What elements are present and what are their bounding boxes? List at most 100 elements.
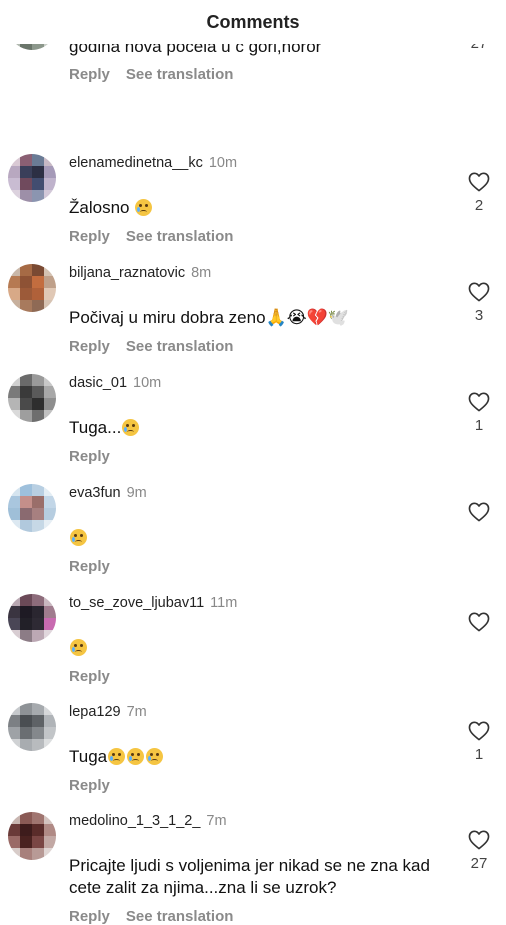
avatar-pixel [44,178,56,190]
avatar-pixel [32,812,44,824]
avatar-pixel [44,386,56,398]
avatar-pixel [8,727,20,739]
avatar-pixel [32,484,44,496]
avatar[interactable] [8,264,56,312]
comment-actions: Reply See translation [69,338,233,355]
avatar[interactable] [8,484,56,532]
avatar-pixel [32,276,44,288]
avatar[interactable] [8,374,56,422]
avatar-pixel [8,630,20,642]
avatar-pixel [32,288,44,300]
avatar-pixel [20,703,32,715]
avatar-pixel [32,715,44,727]
reply-button[interactable]: Reply [69,66,110,83]
avatar-pixel [20,812,32,824]
avatar-pixel [8,300,20,312]
reply-button[interactable]: Reply [69,338,110,355]
avatar-pixel [32,836,44,848]
comment-username[interactable]: biljana_raznatovic [69,265,185,281]
avatar-pixel [32,300,44,312]
avatar-pixel [44,374,56,386]
avatar[interactable] [8,812,56,860]
avatar[interactable] [8,703,56,751]
avatar-pixel [8,386,20,398]
avatar-pixel [20,606,32,618]
avatar-pixel [32,398,44,410]
avatar-pixel [20,618,32,630]
reply-button[interactable]: Reply [69,777,110,794]
see-translation-button[interactable]: See translation [126,228,234,245]
avatar-pixel [44,154,56,166]
like-count: 2 [474,197,484,214]
avatar-pixel [20,520,32,532]
avatar[interactable] [8,154,56,202]
avatar-pixel [20,484,32,496]
avatar-pixel [8,484,20,496]
heart-icon[interactable] [466,719,492,743]
see-translation-button[interactable]: See translation [126,908,234,925]
avatar-pixel [20,630,32,642]
avatar-pixel [44,520,56,532]
comment-username[interactable]: dasic_01 [69,375,127,391]
heart-icon[interactable] [466,610,492,634]
comment-text: Žalosno [69,197,454,219]
comment-username[interactable]: medolino_1_3_1_2_ [69,813,200,829]
comment-meta: dasic_01 10m [69,375,161,391]
avatar-pixel [20,398,32,410]
reply-button[interactable]: Reply [69,448,110,465]
heart-icon[interactable] [466,390,492,414]
heart-icon[interactable] [466,170,492,194]
heart-icon[interactable] [466,828,492,852]
avatar-pixel [44,410,56,422]
avatar-pixel [32,739,44,751]
comment-time: 11m [210,595,238,611]
avatar-pixel [20,508,32,520]
avatar-pixel [32,727,44,739]
avatar-pixel [44,484,56,496]
reply-button[interactable]: Reply [69,668,110,685]
crying-face-emoji [135,199,153,216]
avatar-pixel [8,374,20,386]
comment-username[interactable]: elenamedinetna__kc [69,155,203,171]
comment-text: Tuga [69,746,454,768]
comment-actions: Reply [69,558,110,575]
avatar[interactable] [8,594,56,642]
avatar-pixel [44,630,56,642]
reply-button[interactable]: Reply [69,908,110,925]
avatar-pixel [32,190,44,202]
comments-header: Comments [0,0,506,44]
avatar-pixel [32,496,44,508]
comment-meta: biljana_raznatovic 8m [69,265,211,281]
crying-face-emoji [146,748,164,765]
like-count: 3 [474,307,484,324]
avatar-pixel [32,178,44,190]
avatar-pixel [32,374,44,386]
comment-text: Tuga... [69,417,454,439]
avatar-pixel [44,288,56,300]
avatar-pixel [20,496,32,508]
heart-icon[interactable] [466,500,492,524]
see-translation-button[interactable]: See translation [126,338,234,355]
avatar-pixel [8,154,20,166]
reply-button[interactable]: Reply [69,558,110,575]
avatar-pixel [32,824,44,836]
see-translation-button[interactable]: See translation [126,66,234,83]
comment-meta: medolino_1_3_1_2_ 7m [69,813,227,829]
heart-icon[interactable] [466,280,492,304]
crying-face-emoji [70,529,87,546]
avatar-pixel [20,264,32,276]
reply-button[interactable]: Reply [69,228,110,245]
comment-username[interactable]: eva3fun [69,485,121,501]
comment-meta: eva3fun 9m [69,485,147,501]
avatar-pixel [32,630,44,642]
avatar-pixel [20,178,32,190]
comment-text [69,527,454,549]
comment-time: 10m [208,155,238,171]
comment-username[interactable]: lepa129 [69,704,121,720]
avatar-pixel [20,715,32,727]
avatar-pixel [44,276,56,288]
comment-actions: Reply [69,448,110,465]
avatar-pixel [44,166,56,178]
comment-username[interactable]: to_se_zove_ljubav11 [69,595,204,611]
comment-meta: elenamedinetna__kc 10m [69,155,237,171]
